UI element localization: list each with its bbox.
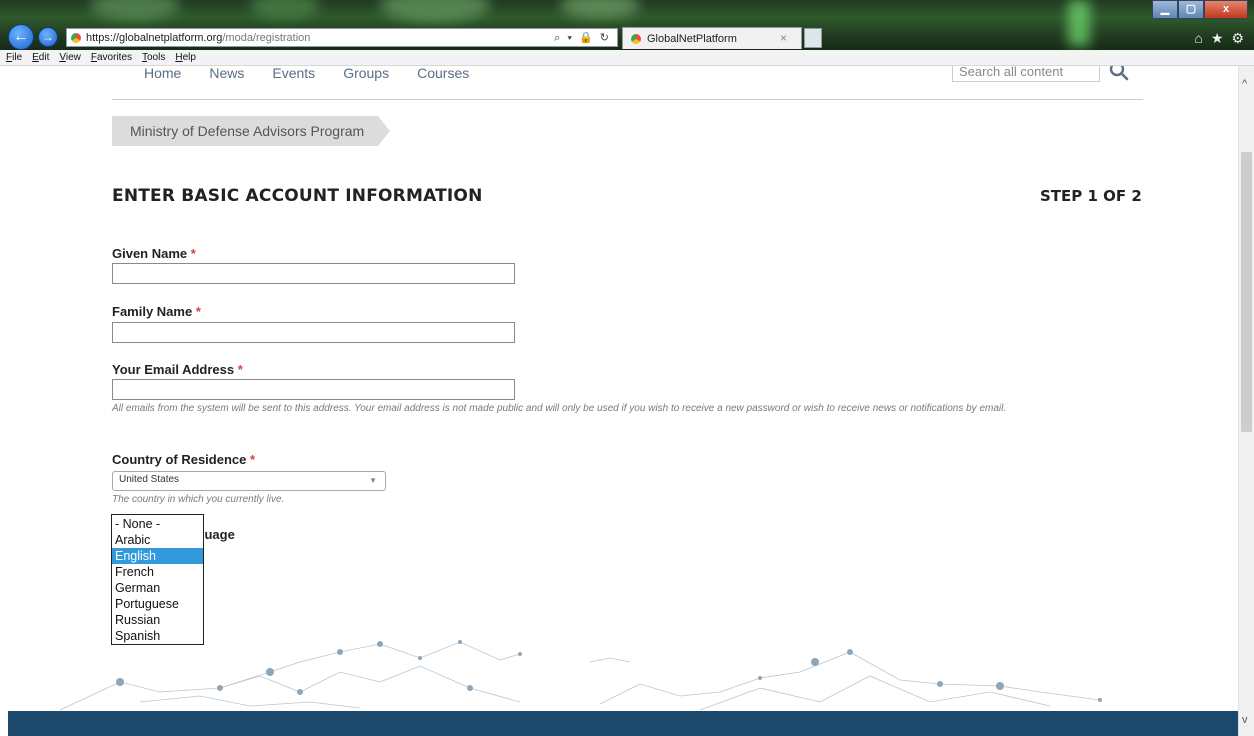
country-label-text: Country of Residence <box>112 452 247 467</box>
given-name-label: Given Name * <box>112 246 196 261</box>
menu-edit[interactable]: Edit <box>32 52 49 63</box>
breadcrumb-arrow <box>378 116 391 146</box>
language-dropdown-list[interactable]: - None - Arabic English French German Po… <box>111 514 204 645</box>
nav-news-link[interactable]: News <box>209 66 244 81</box>
footer-band <box>8 711 1238 736</box>
search-icon[interactable] <box>1108 66 1130 82</box>
window-controls: ▁ ▢ x <box>1152 0 1248 19</box>
country-selected-value: United States <box>119 474 180 485</box>
given-name-input[interactable] <box>112 263 515 284</box>
family-name-label-text: Family Name <box>112 304 193 319</box>
language-option-none[interactable]: - None - <box>112 516 203 532</box>
url-path: /moda/registration <box>222 31 311 44</box>
form-title: ENTER BASIC ACCOUNT INFORMATION <box>112 186 483 206</box>
country-select[interactable]: United States ▼ <box>112 471 386 491</box>
close-window-button[interactable]: x <box>1204 0 1248 19</box>
nav-courses-link[interactable]: Courses <box>417 66 469 81</box>
favorites-star-icon[interactable]: ★ <box>1211 30 1224 47</box>
required-marker: * <box>237 362 243 377</box>
minimize-button[interactable]: ▁ <box>1152 0 1178 19</box>
forward-button[interactable]: → <box>38 27 58 47</box>
scroll-up-icon[interactable]: ^ <box>1242 78 1247 90</box>
menu-tools[interactable]: Tools <box>142 52 165 63</box>
site-favicon-icon <box>71 32 81 43</box>
maximize-button[interactable]: ▢ <box>1178 0 1204 19</box>
page-content: Home News Events Groups Courses Search a… <box>0 66 1238 736</box>
browser-titlebar: ← → https://globalnetplatform.org /moda/… <box>0 0 1254 50</box>
back-button[interactable]: ← <box>8 24 34 50</box>
email-input[interactable] <box>112 379 515 400</box>
menu-favorites[interactable]: Favorites <box>91 52 132 63</box>
language-option-german[interactable]: German <box>112 580 203 596</box>
breadcrumb-label: Ministry of Defense Advisors Program <box>112 116 379 146</box>
home-icon[interactable]: ⌂ <box>1194 30 1202 47</box>
site-navigation: Home News Events Groups Courses <box>144 66 469 81</box>
language-option-arabic[interactable]: Arabic <box>112 532 203 548</box>
menu-bar: File Edit View Favorites Tools Help <box>0 50 1254 66</box>
url-host: https://globalnetplatform.org <box>86 31 223 44</box>
email-label-text: Your Email Address <box>112 362 235 377</box>
tab-favicon-icon <box>631 33 641 44</box>
given-name-label-text: Given Name <box>112 246 188 261</box>
email-label: Your Email Address * <box>112 362 243 377</box>
nav-home-link[interactable]: Home <box>144 66 181 81</box>
browser-tab[interactable]: GlobalNetPlatform × <box>622 27 802 49</box>
tab-title: GlobalNetPlatform <box>647 32 737 45</box>
address-bar[interactable]: https://globalnetplatform.org /moda/regi… <box>66 28 618 47</box>
settings-gear-icon[interactable]: ⚙ <box>1231 30 1244 47</box>
nav-groups-link[interactable]: Groups <box>343 66 389 81</box>
menu-view[interactable]: View <box>59 52 81 63</box>
nav-divider <box>112 99 1143 100</box>
language-option-russian[interactable]: Russian <box>112 612 203 628</box>
browser-toolbar-icons: ⌂ ★ ⚙ <box>1194 30 1244 47</box>
menu-help[interactable]: Help <box>175 52 196 63</box>
family-name-label: Family Name * <box>112 304 201 319</box>
step-indicator: STEP 1 OF 2 <box>1040 187 1142 205</box>
address-actions-icon[interactable]: ⌕ ▾ 🔒 ↻ <box>554 31 611 45</box>
email-help-text: All emails from the system will be sent … <box>112 403 1007 414</box>
required-marker: * <box>190 246 196 261</box>
language-option-portuguese[interactable]: Portuguese <box>112 596 203 612</box>
language-option-spanish[interactable]: Spanish <box>112 628 203 644</box>
new-tab-button[interactable] <box>804 28 822 48</box>
language-option-english[interactable]: English <box>112 548 203 564</box>
language-option-french[interactable]: French <box>112 564 203 580</box>
page-scrollbar[interactable]: ^ v <box>1238 66 1254 736</box>
scroll-thumb[interactable] <box>1241 152 1252 432</box>
country-help-text: The country in which you currently live. <box>112 494 285 505</box>
country-label: Country of Residence * <box>112 452 255 467</box>
scroll-down-icon[interactable]: v <box>1242 714 1248 726</box>
family-name-input[interactable] <box>112 322 515 343</box>
breadcrumb[interactable]: Ministry of Defense Advisors Program <box>112 116 391 146</box>
required-marker: * <box>195 304 201 319</box>
chevron-down-icon: ▼ <box>369 476 377 485</box>
tab-close-icon[interactable]: × <box>780 31 787 45</box>
required-marker: * <box>249 452 256 467</box>
menu-file[interactable]: File <box>6 52 22 63</box>
nav-events-link[interactable]: Events <box>272 66 315 81</box>
search-input[interactable]: Search all content <box>952 66 1100 82</box>
